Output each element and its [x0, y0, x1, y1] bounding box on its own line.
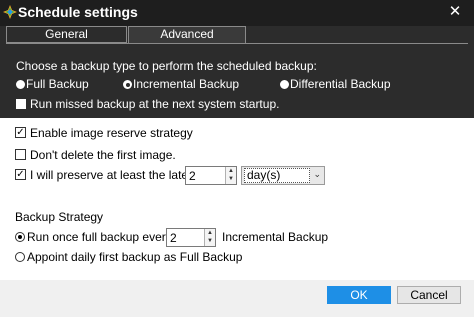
preserve-unit-value: day(s) [244, 168, 310, 183]
dont-delete-label[interactable]: Don't delete the first image. [30, 148, 176, 162]
cancel-button[interactable]: Cancel [397, 286, 461, 304]
preserve-count-value: 2 [189, 169, 196, 183]
radio-run-once[interactable] [15, 232, 25, 242]
enable-reserve-label[interactable]: Enable image reserve strategy [30, 126, 193, 140]
backup-type-prompt: Choose a backup type to perform the sche… [16, 59, 317, 73]
full-backup-interval-value: 2 [170, 231, 177, 245]
close-button[interactable]: ✕ [436, 0, 474, 26]
radio-incremental-backup[interactable] [123, 80, 132, 89]
tab-advanced-label: Advanced [160, 27, 214, 41]
run-missed-checkbox[interactable] [16, 99, 26, 109]
dont-delete-checkbox[interactable] [15, 149, 26, 160]
tab-general-label: General [45, 27, 88, 41]
preserve-checkbox[interactable]: ✓ [15, 169, 26, 180]
ok-button[interactable]: OK [327, 286, 391, 304]
tab-advanced[interactable]: Advanced [128, 26, 246, 43]
differential-backup-label[interactable]: Differential Backup [290, 77, 391, 91]
run-once-label[interactable]: Run once full backup every [27, 230, 172, 244]
appoint-daily-label[interactable]: Appoint daily first backup as Full Backu… [27, 250, 242, 264]
stepper-up-icon[interactable]: ▲ [205, 229, 215, 237]
title-bar: Schedule settings ✕ [0, 0, 474, 26]
tab-divider [6, 43, 468, 44]
window-title: Schedule settings [18, 4, 138, 20]
reserve-strategy-panel: ✓ Enable image reserve strategy Don't de… [0, 118, 474, 280]
incremental-backup-label[interactable]: Incremental Backup [133, 77, 239, 91]
full-backup-label[interactable]: Full Backup [26, 77, 89, 91]
radio-differential-backup[interactable] [280, 80, 289, 89]
schedule-settings-window: Schedule settings ✕ General Advanced Cho… [0, 0, 474, 317]
close-icon: ✕ [448, 3, 462, 20]
run-missed-label[interactable]: Run missed backup at the next system sta… [30, 97, 279, 111]
backup-type-panel: General Advanced Choose a backup type to… [0, 26, 474, 118]
chevron-down-icon: ⌄ [313, 169, 321, 179]
radio-appoint-daily[interactable] [15, 252, 25, 262]
preserve-label[interactable]: I will preserve at least the latest [30, 168, 197, 182]
enable-reserve-checkbox[interactable]: ✓ [15, 127, 26, 138]
preserve-unit-select[interactable]: day(s) ⌄ [241, 166, 325, 185]
full-backup-interval-stepper[interactable]: 2 ▲ ▼ [166, 228, 216, 247]
incremental-backup-suffix: Incremental Backup [222, 230, 329, 244]
stepper-up-icon[interactable]: ▲ [226, 167, 236, 175]
stepper-arrows[interactable]: ▲ ▼ [225, 167, 236, 184]
backup-strategy-heading: Backup Strategy [15, 210, 104, 224]
stepper-down-icon[interactable]: ▼ [226, 175, 236, 183]
stepper-down-icon[interactable]: ▼ [205, 237, 215, 245]
tab-general[interactable]: General [6, 26, 127, 43]
dialog-footer: OK Cancel [0, 280, 474, 317]
radio-full-backup[interactable] [16, 80, 25, 89]
preserve-count-stepper[interactable]: 2 ▲ ▼ [185, 166, 237, 185]
stepper-arrows[interactable]: ▲ ▼ [204, 229, 215, 246]
colorful-logo-icon [3, 5, 17, 19]
